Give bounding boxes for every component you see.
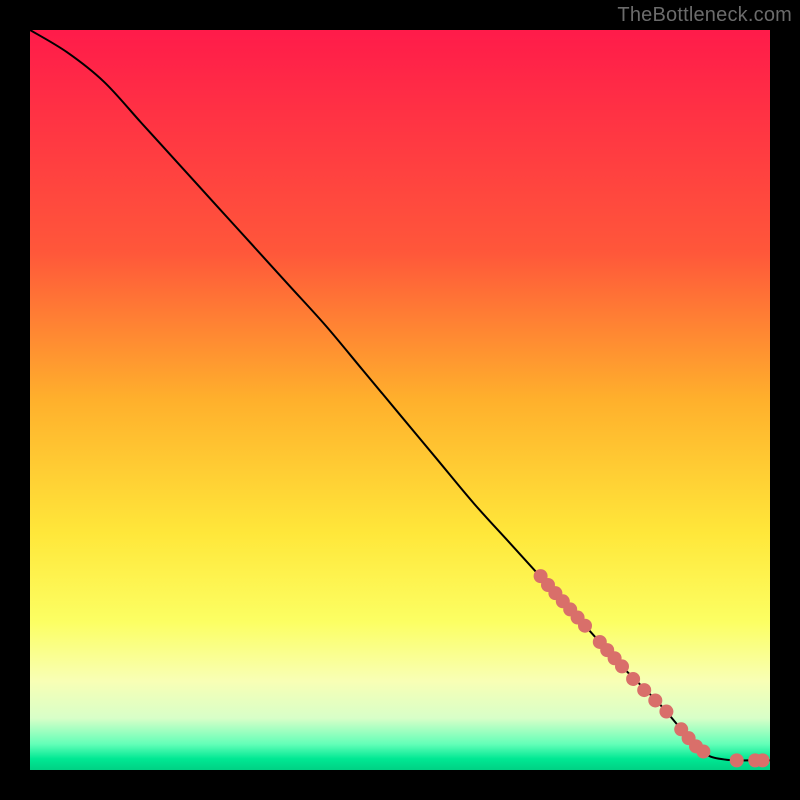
plot-area (30, 30, 770, 770)
marker-point (659, 705, 673, 719)
chart-svg (30, 30, 770, 770)
marker-point (578, 619, 592, 633)
attribution-label: TheBottleneck.com (617, 4, 792, 27)
marker-point (648, 693, 662, 707)
marker-point (637, 683, 651, 697)
marker-point (756, 753, 770, 767)
marker-point (730, 753, 744, 767)
marker-point (696, 745, 710, 759)
chart-container: TheBottleneck.com (0, 0, 800, 800)
gradient-background (30, 30, 770, 770)
marker-point (615, 659, 629, 673)
marker-point (626, 672, 640, 686)
